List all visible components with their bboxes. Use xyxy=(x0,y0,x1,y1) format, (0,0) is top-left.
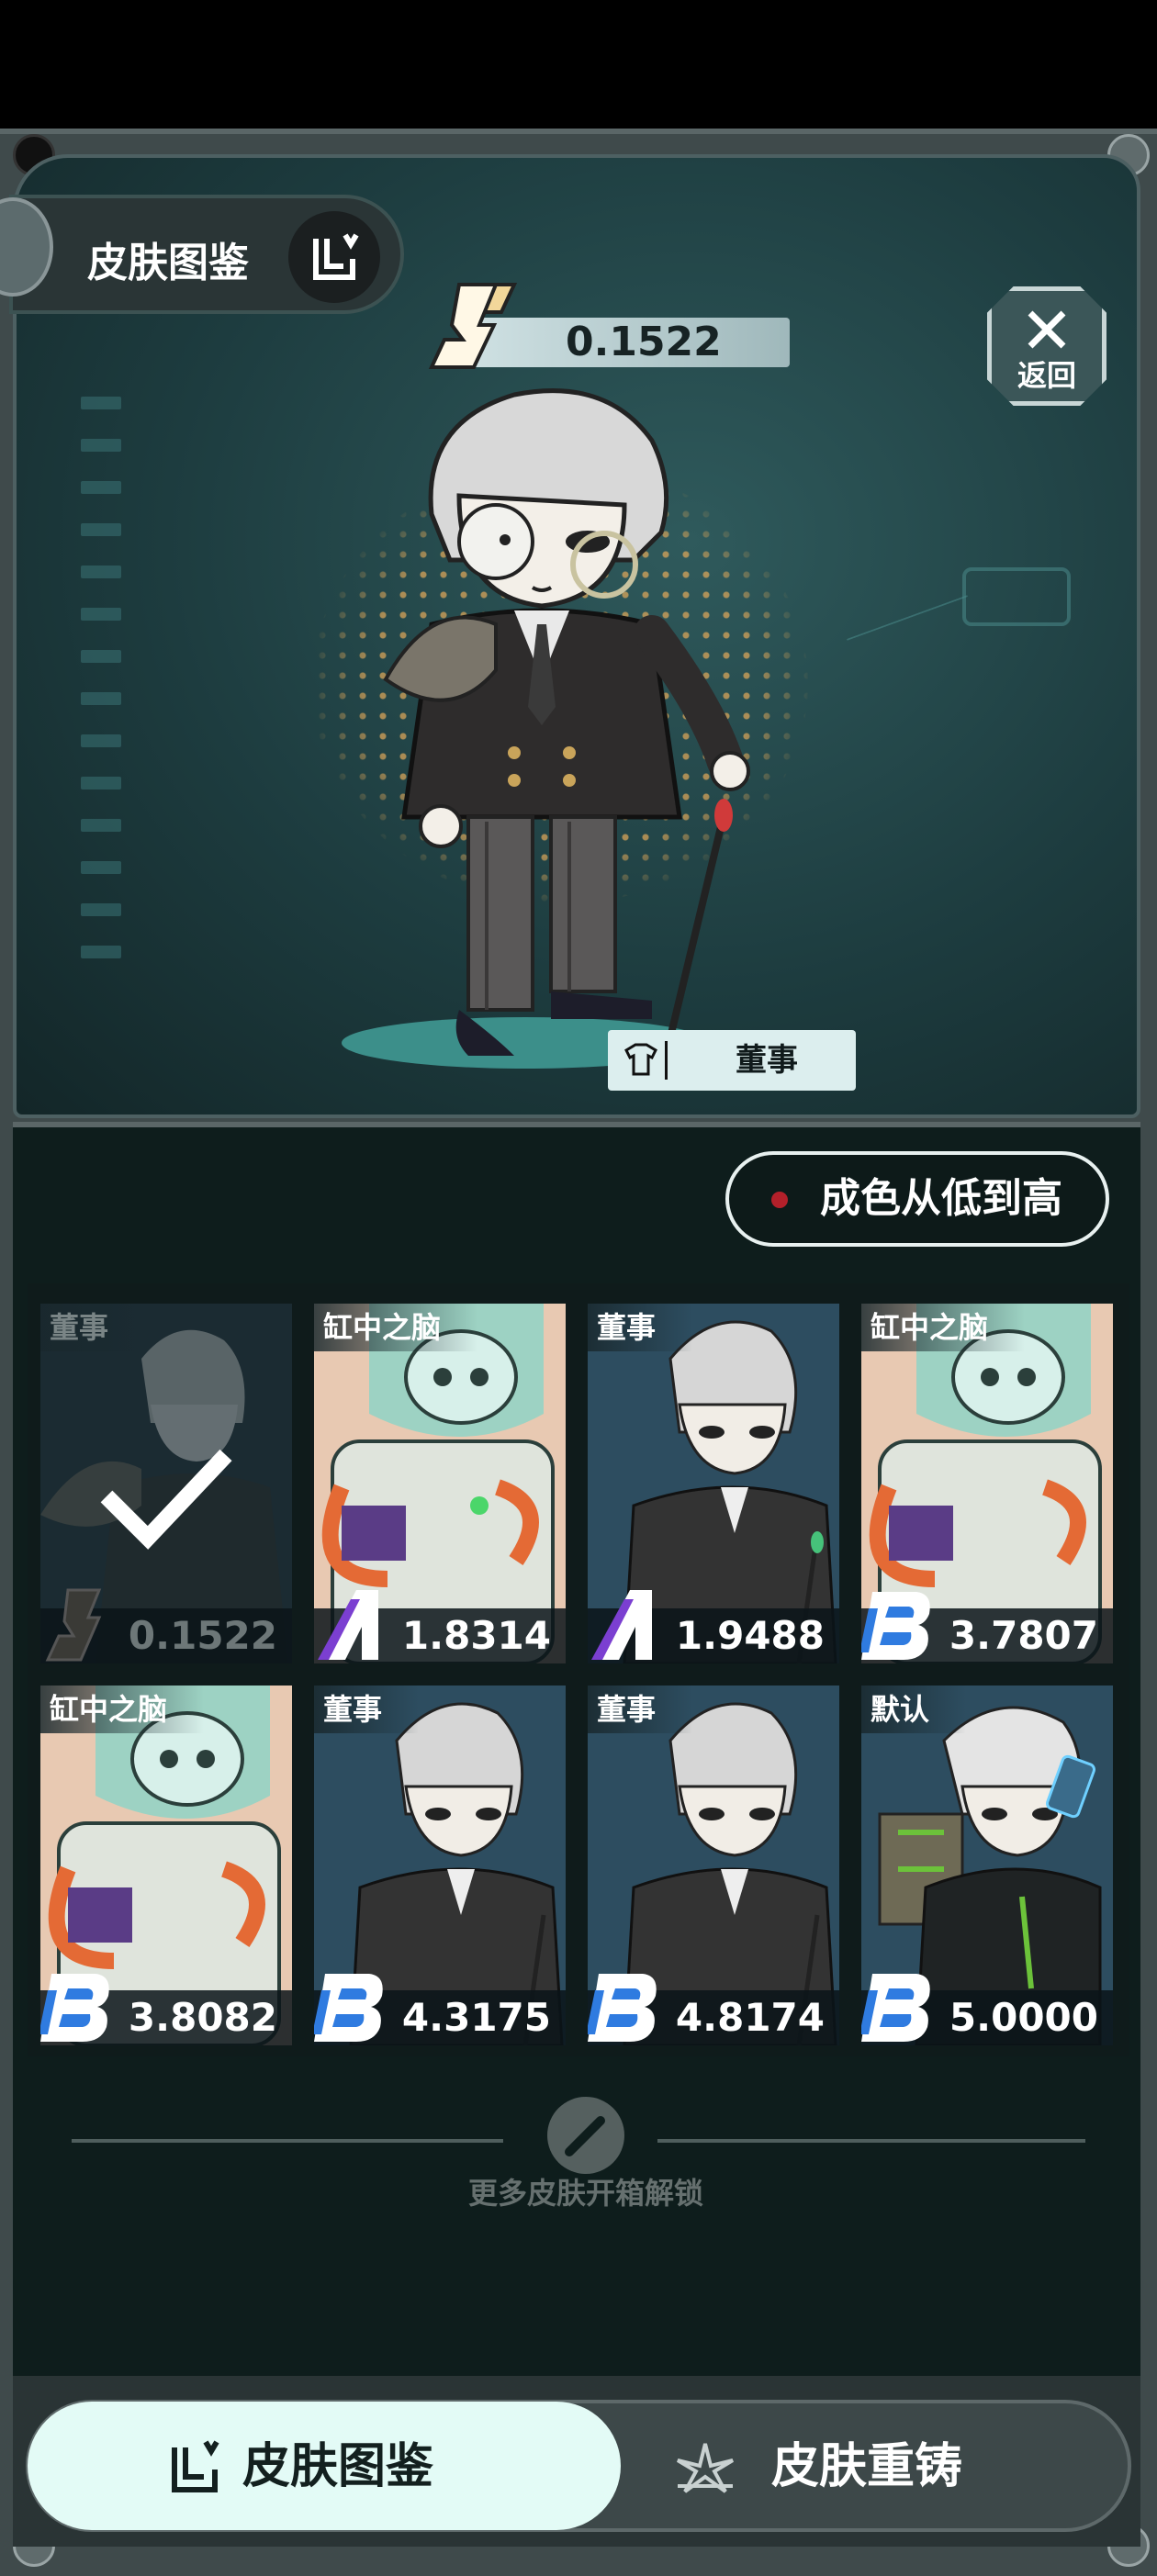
skin-card[interactable]: 董事 4.8174 xyxy=(588,1686,839,2045)
skin-catalog-icon xyxy=(288,211,380,303)
skin-card[interactable]: 缸中之脑 1.8314 xyxy=(314,1304,566,1663)
skin-card-value: 4.8174 xyxy=(675,1995,825,2040)
grade-b-icon xyxy=(40,1974,109,2042)
skin-card-value: 1.9488 xyxy=(675,1613,825,1658)
tab-skin-recast-label: 皮肤重铸 xyxy=(771,2439,963,2494)
skin-card-name: 董事 xyxy=(40,1304,146,1351)
page-title: 皮肤图鉴 xyxy=(87,240,249,286)
skin-card-value: 3.8082 xyxy=(128,1995,277,2040)
skin-card-name: 董事 xyxy=(588,1686,693,1733)
divider xyxy=(72,2139,503,2143)
grade-b-icon xyxy=(861,1592,930,1660)
skin-card-value: 5.0000 xyxy=(949,1995,1098,2040)
tab-skin-catalog-label: 皮肤图鉴 xyxy=(242,2439,434,2494)
featured-skin-name: 董事 xyxy=(736,1042,798,1079)
current-skin-value: 0.1522 xyxy=(566,319,722,365)
skin-card[interactable]: 缸中之脑 3.7807 xyxy=(861,1304,1113,1663)
grade-b-icon xyxy=(861,1974,930,2042)
character-director-illustration xyxy=(383,388,750,1056)
recast-icon xyxy=(668,2435,742,2503)
selected-check-icon xyxy=(100,1449,232,1550)
skin-card-name: 默认 xyxy=(861,1686,967,1733)
skin-catalog-icon xyxy=(165,2436,224,2501)
grade-b-icon xyxy=(588,1974,657,2042)
skin-card[interactable]: 缸中之脑 3.8082 xyxy=(40,1686,292,2045)
grade-s-icon xyxy=(45,1588,102,1662)
grade-a-icon xyxy=(318,1590,378,1660)
locked-icon xyxy=(547,2097,624,2174)
skin-card[interactable]: 董事 1.9488 xyxy=(588,1304,839,1663)
skin-card[interactable]: 董事 0.1522 xyxy=(40,1304,292,1663)
skin-card[interactable]: 董事 4.3175 xyxy=(314,1686,566,2045)
sort-button-label: 成色从低到高 xyxy=(820,1175,1062,1222)
grade-s-icon xyxy=(422,275,523,380)
skin-card-value: 1.8314 xyxy=(401,1613,551,1658)
skin-card-name: 缸中之脑 xyxy=(861,1304,1026,1351)
divider xyxy=(657,2139,1085,2143)
back-button-label: 返回 xyxy=(1017,358,1076,393)
skin-card-name: 缸中之脑 xyxy=(314,1304,478,1351)
skin-card-name: 缸中之脑 xyxy=(40,1686,205,1733)
grade-b-icon xyxy=(314,1974,383,2042)
sort-indicator-dot xyxy=(771,1192,788,1208)
skin-card-name: 董事 xyxy=(314,1686,420,1733)
grade-a-icon xyxy=(591,1590,652,1660)
skin-card[interactable]: 默认 5.0000 xyxy=(861,1686,1113,2045)
skin-card-name: 董事 xyxy=(588,1304,693,1351)
skin-card-value: 3.7807 xyxy=(949,1613,1098,1658)
skin-card-value: 4.3175 xyxy=(401,1995,551,2040)
unlock-hint: 更多皮肤开箱解锁 xyxy=(467,2176,703,2211)
skin-card-value: 0.1522 xyxy=(128,1613,277,1658)
shirt-icon xyxy=(624,1043,657,1076)
